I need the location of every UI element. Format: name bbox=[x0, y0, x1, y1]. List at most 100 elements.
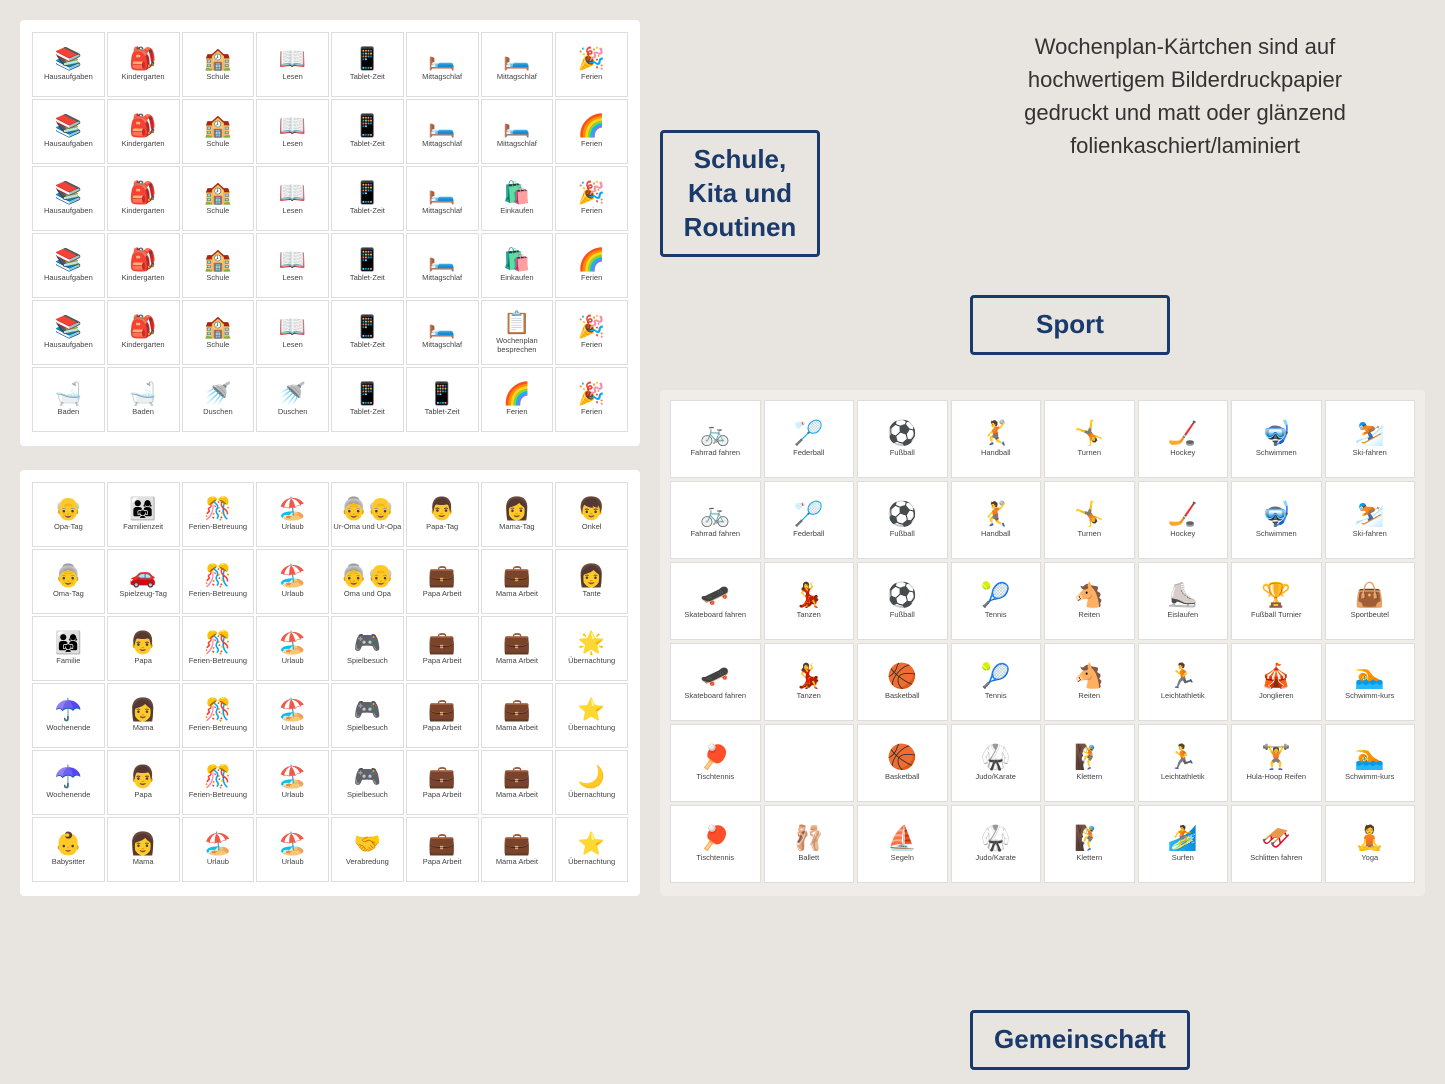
card-icon: 🏀 bbox=[887, 746, 917, 770]
card: 🏫Schule bbox=[182, 99, 255, 164]
card-icon: 🚲 bbox=[700, 503, 730, 527]
card: ⭐Übernachtung bbox=[555, 683, 628, 748]
card-icon: 📱 bbox=[354, 383, 381, 405]
card-icon: 📖 bbox=[279, 316, 306, 338]
card-label: Skateboard fahren bbox=[684, 610, 746, 619]
card-label: Ferien bbox=[581, 206, 602, 215]
card-label: Papa Arbeit bbox=[423, 589, 462, 598]
card: 🎊Ferien-Betreuung bbox=[182, 683, 255, 748]
sport-card: ⛵Segeln bbox=[857, 805, 948, 883]
card-label: Hausaufgaben bbox=[44, 139, 93, 148]
card-label: Papa bbox=[134, 790, 152, 799]
card-label: Mama Arbeit bbox=[496, 589, 538, 598]
card: 🛍️Einkaufen bbox=[481, 166, 554, 231]
card-label: Hockey bbox=[1170, 448, 1195, 457]
sport-card: 🏃Leichtathletik bbox=[1138, 643, 1229, 721]
card-icon: 👩 bbox=[129, 699, 156, 721]
card-icon: 🎒 bbox=[129, 249, 156, 271]
card: 💼 Mama Arbeit bbox=[481, 549, 554, 614]
card: 💼Papa Arbeit bbox=[406, 817, 479, 882]
card: 📚Hausaufgaben bbox=[32, 300, 105, 365]
card-label: Babysitter bbox=[52, 857, 85, 866]
card-icon: 🏖️ bbox=[279, 498, 306, 520]
card-label: Ski-fahren bbox=[1353, 448, 1387, 457]
sport-card: ⚽Fußball bbox=[857, 562, 948, 640]
card-label: Surfen bbox=[1172, 853, 1194, 862]
card-label: Kindergarten bbox=[122, 340, 165, 349]
card: 🏖️Urlaub bbox=[182, 817, 255, 882]
card: 🎮Spielbesuch bbox=[331, 616, 404, 681]
card: 📖 Lesen bbox=[256, 233, 329, 298]
card-icon: 📖 bbox=[279, 249, 306, 271]
card-label: Lesen bbox=[282, 340, 302, 349]
card-label: Kindergarten bbox=[122, 72, 165, 81]
card: 🎊Ferien-Betreuung bbox=[182, 482, 255, 547]
card: 📖Lesen bbox=[256, 166, 329, 231]
card-icon: 🏀 bbox=[887, 665, 917, 689]
card-icon: 🏃 bbox=[1168, 746, 1198, 770]
card-label: Fahrrad fahren bbox=[690, 448, 740, 457]
card-label: Schwimm-kurs bbox=[1345, 772, 1394, 781]
card-label: Schule bbox=[206, 206, 229, 215]
card-icon: 🏄 bbox=[1168, 827, 1198, 851]
card-label: Tablet-Zeit bbox=[350, 407, 385, 416]
card-icon: 👦 bbox=[578, 498, 605, 520]
card-label: Tischtennis bbox=[696, 772, 734, 781]
card: 💼Mama Arbeit bbox=[481, 683, 554, 748]
card: 🎉 Ferien bbox=[555, 166, 628, 231]
card-icon: 👨‍👩‍👧 bbox=[129, 498, 156, 520]
card-label: Tablet-Zeit bbox=[350, 340, 385, 349]
card: 👶Babysitter bbox=[32, 817, 105, 882]
card-icon: 👴 bbox=[55, 498, 82, 520]
card: 🎒Kindergarten bbox=[107, 99, 180, 164]
card-icon: 💼 bbox=[503, 565, 530, 587]
card-label: Judo/Karate bbox=[976, 772, 1016, 781]
card: 📚Hausaufgaben bbox=[32, 99, 105, 164]
card-label: Federball bbox=[793, 529, 824, 538]
sport-row-1: 🚲Fahrrad fahren🏸Federball⚽Fußball🤾Handba… bbox=[670, 481, 1415, 559]
card-label: Tablet-Zeit bbox=[350, 72, 385, 81]
card-label: Ski-fahren bbox=[1353, 529, 1387, 538]
card-icon: 🏫 bbox=[204, 249, 231, 271]
card-label: Reiten bbox=[1078, 691, 1100, 700]
card-icon: 🧘 bbox=[1355, 827, 1385, 851]
sport-card: 🥋Judo/Karate bbox=[951, 805, 1042, 883]
card-label: Basketball bbox=[885, 691, 920, 700]
card-icon: 🎒 bbox=[129, 316, 156, 338]
card-icon: 🎉 bbox=[578, 182, 605, 204]
card-label: Mittagschlaf bbox=[422, 340, 462, 349]
card-label: Lesen bbox=[282, 139, 302, 148]
card: 🛏️Mittagschlaf bbox=[406, 99, 479, 164]
card-icon: 🎮 bbox=[354, 699, 381, 721]
card: 👵Oma-Tag bbox=[32, 549, 105, 614]
sport-card: 🐴Reiten bbox=[1044, 643, 1135, 721]
badge-gemeinschaft: Gemeinschaft bbox=[970, 1010, 1190, 1070]
sport-card: 🏊Schwimm-kurs bbox=[1325, 724, 1416, 802]
card-icon: 🏖️ bbox=[279, 565, 306, 587]
card: 🎉Ferien bbox=[555, 367, 628, 432]
card: 🛍️Einkaufen bbox=[481, 233, 554, 298]
card: 👵👴Ur-Oma und Ur-Opa bbox=[331, 482, 404, 547]
card-label: Mittagschlaf bbox=[422, 206, 462, 215]
card-icon: 🎒 bbox=[129, 48, 156, 70]
card-icon: 🏖️ bbox=[279, 699, 306, 721]
card: ☂️Wochenende bbox=[32, 683, 105, 748]
card-icon: 📱 bbox=[354, 115, 381, 137]
card-label: Urlaub bbox=[282, 522, 304, 531]
card-icon: 🎊 bbox=[204, 565, 231, 587]
sport-card: 🎾Tennis bbox=[951, 643, 1042, 721]
card-label: Mittagschlaf bbox=[422, 72, 462, 81]
sport-card: 🏒Hockey bbox=[1138, 400, 1229, 478]
card-icon: ☂️ bbox=[55, 766, 82, 788]
card: 🎊Ferien-Betreuung bbox=[182, 549, 255, 614]
sport-card: 🎪Jonglieren bbox=[1231, 643, 1322, 721]
card-label: Klettern bbox=[1076, 853, 1102, 862]
card-label: Lesen bbox=[282, 273, 302, 282]
card-label: Ferien bbox=[581, 139, 602, 148]
card-label: Schule bbox=[206, 340, 229, 349]
card-label: Jonglieren bbox=[1259, 691, 1294, 700]
card: 👩Tante bbox=[555, 549, 628, 614]
card: 💼Papa Arbeit bbox=[406, 683, 479, 748]
card-icon: 📖 bbox=[279, 115, 306, 137]
card-icon: 🏫 bbox=[204, 115, 231, 137]
